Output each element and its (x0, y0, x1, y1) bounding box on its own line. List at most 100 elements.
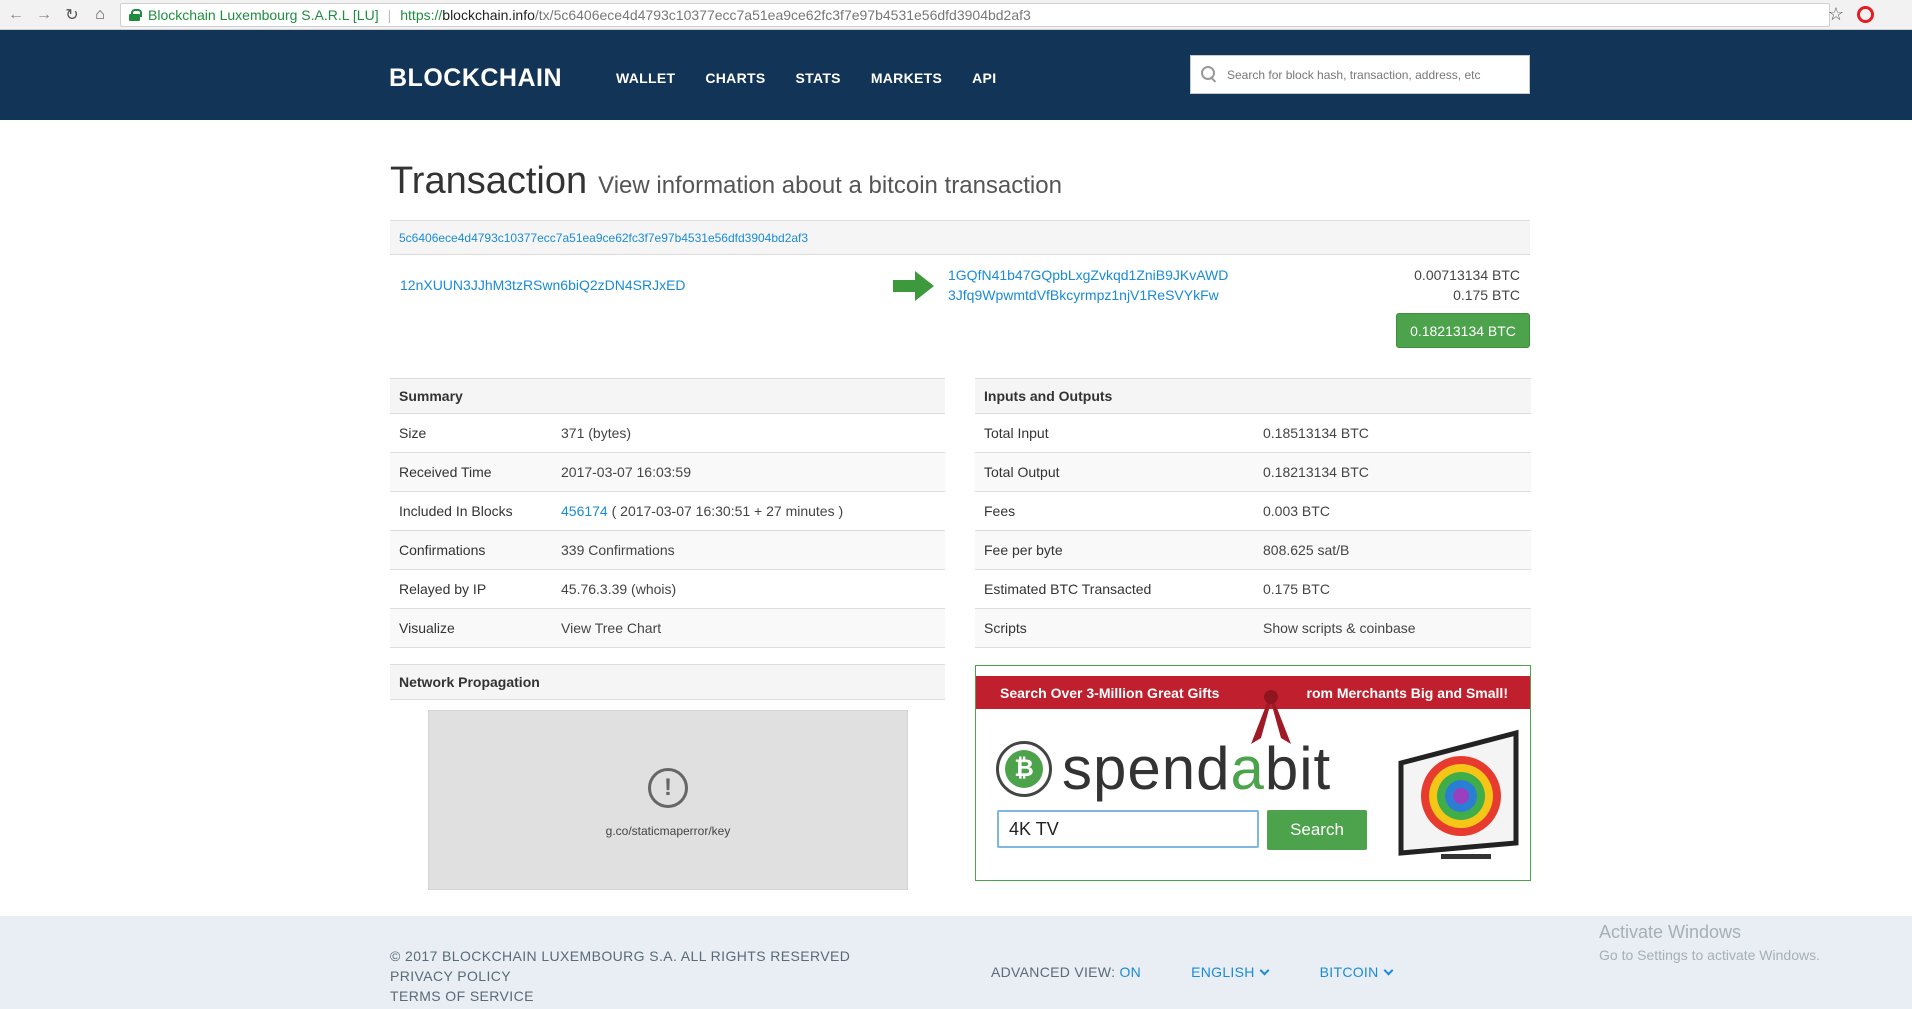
tx-total-button[interactable]: 0.18213134 BTC (1396, 313, 1530, 348)
page-title-row: Transaction View information about a bit… (390, 160, 1062, 203)
row-label: Confirmations (399, 542, 486, 558)
inputs-outputs-table: Inputs and Outputs Total Input 0.1851313… (975, 378, 1531, 648)
row-label: Visualize (399, 620, 455, 636)
tx-output-amounts: 0.00713134 BTC 0.175 BTC (1414, 265, 1520, 305)
table-row: Visualize View Tree Chart (390, 609, 945, 648)
table-row: Estimated BTC Transacted 0.175 BTC (975, 570, 1531, 609)
page-subtitle: View information about a bitcoin transac… (598, 172, 1062, 199)
error-icon: ! (648, 768, 688, 808)
menu-stats[interactable]: STATS (796, 70, 841, 86)
chevron-down-icon (1259, 965, 1270, 976)
row-value: 808.625 sat/B (1263, 542, 1350, 558)
forward-icon[interactable]: → (30, 1, 58, 29)
ad-word-pre: spend (1062, 735, 1231, 802)
terms-of-service-link[interactable]: TERMS OF SERVICE (390, 986, 850, 1006)
page-title: Transaction (390, 160, 588, 202)
language-label: ENGLISH (1191, 964, 1255, 980)
row-label: Estimated BTC Transacted (984, 581, 1152, 597)
show-scripts-link[interactable]: Show scripts & coinbase (1263, 620, 1416, 636)
row-label: Total Output (984, 464, 1060, 480)
row-label: Total Input (984, 425, 1049, 441)
ad-word-accent: a (1230, 735, 1265, 802)
footer-settings: ADVANCED VIEW: ON ENGLISH BITCOIN (991, 964, 1393, 980)
menu-charts[interactable]: CHARTS (705, 70, 765, 86)
site-header: BLOCKCHAIN WALLET CHARTS STATS MARKETS A… (0, 30, 1912, 120)
row-value: 0.18213134 BTC (1263, 464, 1369, 480)
row-value: 339 Confirmations (561, 542, 675, 558)
chevron-down-icon (1383, 965, 1393, 976)
table-row: Fees 0.003 BTC (975, 492, 1531, 531)
row-value: 456174 ( 2017-03-07 16:30:51 + 27 minute… (561, 503, 843, 519)
row-value: 0.175 BTC (1263, 581, 1330, 597)
summary-heading: Summary (390, 378, 945, 414)
privacy-policy-link[interactable]: PRIVACY POLICY (390, 966, 850, 986)
table-row: Relayed by IP 45.76.3.39 (whois) (390, 570, 945, 609)
bitcoin-badge-icon: ₿ (996, 740, 1052, 797)
search-input[interactable] (1227, 67, 1517, 82)
ad-banner-left: Search Over 3-Million Great Gifts (1000, 684, 1220, 701)
table-row: Fee per byte 808.625 sat/B (975, 531, 1531, 570)
io-heading: Inputs and Outputs (975, 378, 1531, 414)
main-menu: WALLET CHARTS STATS MARKETS API (616, 70, 996, 86)
row-label: Received Time (399, 464, 492, 480)
advanced-view-value: ON (1119, 964, 1142, 980)
row-value: 371 (bytes) (561, 425, 632, 441)
menu-api[interactable]: API (972, 70, 996, 86)
ad-word-post: bit (1264, 735, 1332, 802)
ad-search-button[interactable]: Search (1267, 810, 1367, 850)
table-row: Scripts Show scripts & coinbase (975, 609, 1531, 648)
back-icon[interactable]: ← (2, 1, 30, 29)
table-row: Included In Blocks 456174 ( 2017-03-07 1… (390, 492, 945, 531)
table-row: Confirmations 339 Confirmations (390, 531, 945, 570)
view-tree-chart-link[interactable]: View Tree Chart (561, 620, 661, 636)
bookmark-star-icon[interactable]: ☆ (1828, 4, 1844, 25)
table-row: Received Time 2017-03-07 16:03:59 (390, 453, 945, 492)
currency-label: BITCOIN (1319, 964, 1379, 980)
advanced-view-label: ADVANCED VIEW: (991, 964, 1116, 980)
spendabit-logo: ₿ spendabit (996, 734, 1331, 803)
row-label: Size (399, 425, 427, 441)
address-separator: | (387, 7, 392, 23)
watermark-title: Activate Windows (1599, 922, 1742, 942)
home-icon[interactable]: ⌂ (86, 1, 114, 29)
arrow-right-icon (893, 271, 934, 301)
block-link[interactable]: 456174 (561, 503, 608, 519)
row-label: Fees (984, 503, 1016, 519)
reload-icon[interactable]: ↻ (58, 1, 86, 29)
tv-lollipop-image (1398, 729, 1519, 859)
menu-wallet[interactable]: WALLET (616, 70, 675, 86)
tx-output-address[interactable]: 1GQfN41b47GQpbLxgZvkqd1ZniB9JKvAWD (948, 267, 1228, 283)
tx-hash-link[interactable]: 5c6406ece4d4793c10377ecc7a51ea9ce62fc3f7… (399, 231, 808, 245)
advanced-view-toggle[interactable]: ADVANCED VIEW: ON (991, 964, 1141, 980)
address-bar[interactable]: Blockchain Luxembourg S.A.R.L [LU] | htt… (120, 3, 1830, 27)
tx-output-address[interactable]: 3Jfq9WpwmtdVfBkcyrmpz1njV1ReSVYkFw (948, 287, 1219, 303)
row-label: Included In Blocks (399, 503, 513, 519)
browser-toolbar: ← → ↻ ⌂ Blockchain Luxembourg S.A.R.L [L… (0, 0, 1912, 30)
tx-input-address[interactable]: 12nXUUN3JJhM3tzRSwn6biQ2zDN4SRJxED (400, 277, 686, 293)
summary-table: Summary Size 371 (bytes) Received Time 2… (390, 378, 945, 648)
network-propagation-heading: Network Propagation (390, 664, 945, 700)
footer-links: © 2017 BLOCKCHAIN LUXEMBOURG S.A. ALL RI… (390, 946, 850, 1006)
blockchain-logo[interactable]: BLOCKCHAIN (389, 64, 562, 93)
opera-icon[interactable] (1857, 6, 1874, 23)
spendabit-ad[interactable]: Search Over 3-Million Great Gifts From M… (975, 665, 1531, 881)
ad-search-input[interactable] (997, 810, 1259, 848)
tx-hash-row: 5c6406ece4d4793c10377ecc7a51ea9ce62fc3f7… (390, 220, 1530, 255)
table-row: Size 371 (bytes) (390, 414, 945, 453)
url-path: /tx/5c6406ece4d4793c10377ecc7a51ea9ce62f… (534, 7, 1031, 23)
activate-windows-watermark: Activate Windows Go to Settings to activ… (1599, 922, 1820, 963)
url-scheme: https:// (400, 7, 443, 23)
site-identity: Blockchain Luxembourg S.A.R.L [LU] (148, 7, 379, 23)
relayed-ip-link[interactable]: 45.76.3.39 (whois) (561, 581, 676, 597)
lock-icon (129, 9, 142, 21)
io-rows: Total Input 0.18513134 BTC Total Output … (975, 414, 1531, 648)
menu-markets[interactable]: MARKETS (871, 70, 942, 86)
currency-dropdown[interactable]: BITCOIN (1319, 964, 1393, 980)
watermark-subtitle: Go to Settings to activate Windows. (1599, 947, 1820, 963)
row-value: 0.003 BTC (1263, 503, 1330, 519)
row-label: Relayed by IP (399, 581, 487, 597)
language-dropdown[interactable]: ENGLISH (1191, 964, 1270, 980)
row-label: Scripts (984, 620, 1027, 636)
tx-output-amount: 0.00713134 BTC (1414, 267, 1520, 283)
row-value: 2017-03-07 16:03:59 (561, 464, 691, 480)
